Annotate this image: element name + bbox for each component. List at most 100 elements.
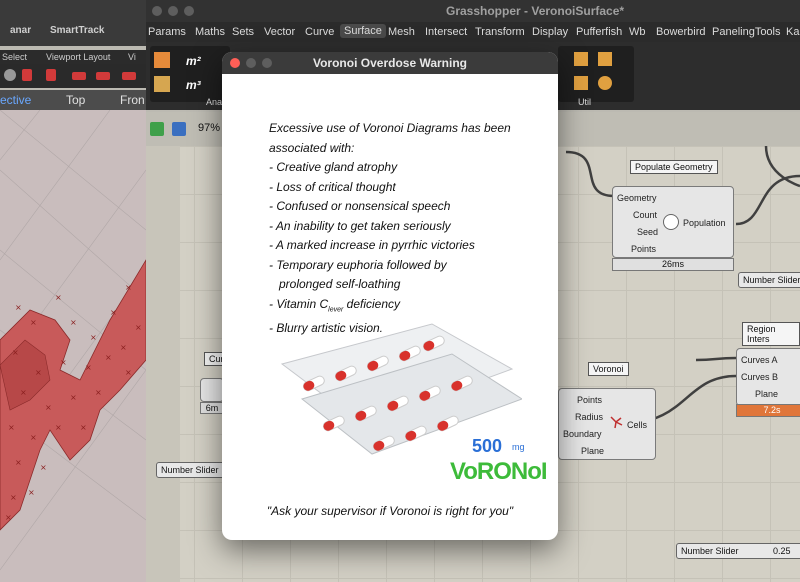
rhino-car-icon[interactable] xyxy=(122,72,136,80)
populate-icon xyxy=(663,214,679,230)
tab-bowerbird[interactable]: Bowerbird xyxy=(656,26,706,38)
input-points[interactable]: Points xyxy=(631,244,656,254)
input-boundary[interactable]: Boundary xyxy=(563,429,602,439)
input-seed[interactable]: Seed xyxy=(637,227,658,237)
rhino-history-icon[interactable] xyxy=(4,69,16,81)
save-icon[interactable] xyxy=(172,122,186,136)
rhino-car-icon[interactable] xyxy=(96,72,110,80)
zoom-level[interactable]: 97% xyxy=(198,122,220,134)
tab-display[interactable]: Display xyxy=(532,26,568,38)
tab-mesh[interactable]: Mesh xyxy=(388,26,415,38)
output-cells[interactable]: Cells xyxy=(627,420,647,430)
number-slider-right[interactable]: Number Slider xyxy=(738,272,800,288)
rhino-device-icon[interactable] xyxy=(22,69,32,81)
output-population[interactable]: Population xyxy=(683,218,726,228)
tab-intersect[interactable]: Intersect xyxy=(425,26,467,38)
vitamin-prefix: - Vitamin C xyxy=(269,296,329,311)
populate-geometry-bubble: Populate Geometry xyxy=(630,160,718,174)
tab-surface[interactable]: Surface xyxy=(340,24,386,38)
svg-text:×: × xyxy=(45,403,52,412)
input-points[interactable]: Points xyxy=(577,395,602,405)
dialog-line: - Loss of critical thought xyxy=(269,179,396,194)
rhino-tab-viewport-layout[interactable]: Viewport Layout xyxy=(46,52,110,62)
input-count[interactable]: Count xyxy=(633,210,657,220)
svg-text:×: × xyxy=(20,388,27,397)
rhino-icon-bar xyxy=(0,64,146,88)
svg-text:×: × xyxy=(15,458,22,467)
rhino-viewport-tabs: ective Top Fron xyxy=(0,90,146,110)
dose-value: 500 xyxy=(472,436,503,456)
util-icon[interactable] xyxy=(574,76,588,90)
dialog-line: - A marked increase in pyrrhic victories xyxy=(269,238,475,252)
region-timing: 7.2s xyxy=(736,404,800,417)
tab-pufferfish[interactable]: Pufferfish xyxy=(576,26,622,38)
svg-text:×: × xyxy=(5,513,12,522)
dialog-minimize-icon[interactable] xyxy=(246,58,256,68)
util-icon[interactable] xyxy=(598,52,612,66)
ribbon-section-analysis: Ana xyxy=(206,97,223,107)
rhino-title-row: anar SmartTrack xyxy=(0,20,146,40)
input-curves-a[interactable]: Curves A xyxy=(741,355,778,365)
tab-maths[interactable]: Maths xyxy=(195,26,225,38)
rhino-tab-smarttrack[interactable]: SmartTrack xyxy=(50,25,104,36)
voronoi-component[interactable]: Points Radius Boundary Plane Cells xyxy=(558,388,656,460)
util-icon[interactable] xyxy=(598,76,612,90)
tab-ka[interactable]: Ka xyxy=(786,26,799,38)
dialog-line: prolonged self-loathing xyxy=(279,277,401,291)
tab-params[interactable]: Params xyxy=(148,26,186,38)
curve-timing: 6m xyxy=(200,402,224,414)
open-file-icon[interactable] xyxy=(150,122,164,136)
input-radius[interactable]: Radius xyxy=(575,412,603,422)
viewport-tab-perspective[interactable]: ective xyxy=(0,93,31,107)
window-close-icon[interactable] xyxy=(152,6,162,16)
volume-icon[interactable]: m³ xyxy=(186,78,201,92)
tab-vector[interactable]: Vector xyxy=(264,26,295,38)
util-icon[interactable] xyxy=(574,52,588,66)
number-slider-left[interactable]: Number Slider xyxy=(156,462,228,478)
ribbon-panel-analysis: m² m³ xyxy=(150,46,230,102)
vitamin-suffix: deficiency xyxy=(343,296,401,311)
tab-panelingtools[interactable]: PanelingTools xyxy=(712,26,781,38)
surface-icon[interactable] xyxy=(154,76,170,92)
input-geometry[interactable]: Geometry xyxy=(617,193,657,203)
slider-value: 0.25 xyxy=(773,546,791,556)
svg-text:×: × xyxy=(70,318,77,327)
populate-geometry-component[interactable]: Geometry Count Seed Points Population xyxy=(612,186,734,258)
vitamin-sub: lever xyxy=(328,305,344,313)
dialog-quote: "Ask your supervisor if Voronoi is right… xyxy=(266,504,514,518)
rhino-tab-select[interactable]: Select xyxy=(2,52,27,62)
svg-text:×: × xyxy=(110,308,117,317)
tab-sets[interactable]: Sets xyxy=(232,26,254,38)
box-icon[interactable] xyxy=(154,52,170,68)
rhino-tab-left[interactable]: anar xyxy=(10,25,31,36)
viewport-tab-front[interactable]: Fron xyxy=(120,93,145,107)
area-icon[interactable]: m² xyxy=(186,54,201,68)
dialog-zoom-icon[interactable] xyxy=(262,58,272,68)
svg-text:×: × xyxy=(135,323,142,332)
viewport-tab-top[interactable]: Top xyxy=(66,93,85,107)
voronoi-icon xyxy=(609,415,623,429)
input-curves-b[interactable]: Curves B xyxy=(741,372,778,382)
rhino-tab-vi[interactable]: Vi xyxy=(128,52,136,62)
dialog-line: Excessive use of Voronoi Diagrams has be… xyxy=(269,121,511,135)
tab-transform[interactable]: Transform xyxy=(475,26,525,38)
populate-timing: 26ms xyxy=(612,258,734,271)
region-intersection-component[interactable]: Curves A Curves B Plane xyxy=(736,348,800,406)
curve-component[interactable] xyxy=(200,378,224,402)
window-minimize-icon[interactable] xyxy=(168,6,178,16)
svg-text:×: × xyxy=(55,293,62,302)
tab-wb[interactable]: Wb xyxy=(629,26,646,38)
svg-text:×: × xyxy=(70,393,77,402)
window-zoom-icon[interactable] xyxy=(184,6,194,16)
gh-window-title: Grasshopper - VeronoiSurface* xyxy=(446,4,625,18)
svg-text:×: × xyxy=(55,423,62,432)
rhino-device-icon[interactable] xyxy=(46,69,56,81)
ribbon-section-util: Util xyxy=(578,97,591,107)
dialog-close-icon[interactable] xyxy=(230,58,240,68)
rhino-viewport[interactable]: × × × × × × × × × × × × × × × × × × × × × × × × × × × × xyxy=(0,110,146,582)
number-slider-bottom[interactable]: Number Slider 0.25 xyxy=(676,543,800,559)
input-plane[interactable]: Plane xyxy=(581,446,604,456)
rhino-car-icon[interactable] xyxy=(72,72,86,80)
tab-curve[interactable]: Curve xyxy=(305,26,334,38)
input-plane[interactable]: Plane xyxy=(755,389,778,399)
